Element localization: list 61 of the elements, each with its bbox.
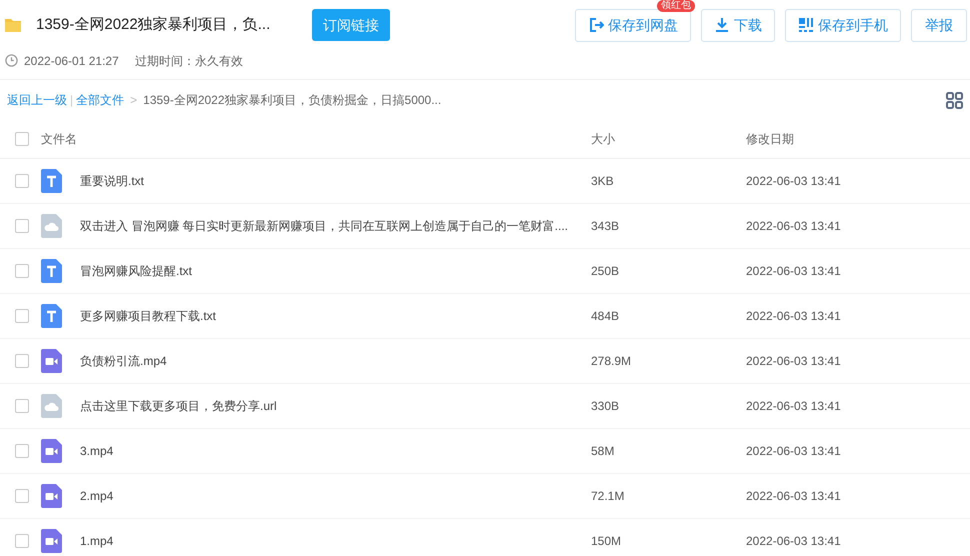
file-name[interactable]: 1.mp4 [80, 532, 591, 550]
file-size: 330B [591, 398, 620, 415]
file-name[interactable]: 重要说明.txt [80, 172, 591, 190]
file-name[interactable]: 3.mp4 [80, 442, 591, 460]
checkbox[interactable] [15, 444, 29, 458]
checkbox[interactable] [15, 132, 29, 146]
column-header: 文件名 [41, 131, 78, 148]
modified-date: 2022-06-03 13:41 [746, 533, 841, 550]
checkbox[interactable] [15, 489, 29, 503]
text-file-icon [41, 169, 62, 193]
file-size: 150M [591, 533, 622, 550]
file-size: 343B [591, 218, 620, 235]
modified-date: 2022-06-03 13:41 [746, 173, 841, 190]
file-size: 72.1M [591, 488, 626, 505]
modified-date: 2022-06-03 13:41 [746, 263, 841, 280]
checkbox[interactable] [15, 174, 29, 188]
file-name[interactable]: 双击进入 冒泡网赚 每日实时更新最新网赚项目，共同在互联网上创造属于自己的一笔财富.... [80, 217, 591, 235]
checkbox[interactable] [15, 219, 29, 233]
checkbox[interactable] [15, 399, 29, 413]
modified-date: 2022-06-03 13:41 [746, 308, 841, 325]
modified-date: 2022-06-03 13:41 [746, 398, 841, 415]
video-file-icon [41, 349, 62, 373]
folder-icon [5, 18, 21, 32]
export-icon [588, 17, 604, 33]
file-name[interactable]: 更多网赚项目教程下载.txt [80, 307, 591, 325]
expiry-time: 过期时间：永久有效 [134, 52, 243, 70]
video-file-icon [41, 439, 62, 463]
modified-date: 2022-06-03 13:41 [746, 488, 841, 505]
current-folder: 1359-全网2022独家暴利项目，负债粉掘金，日搞5000... [143, 92, 442, 109]
file-size: 484B [591, 308, 620, 325]
file-name[interactable]: 负债粉引流.mp4 [80, 352, 591, 370]
cloud-file-icon [41, 214, 62, 238]
file-size: 250B [591, 263, 620, 280]
share-title: 1359-全网2022独家暴利项目，负... [36, 14, 272, 35]
clock-icon [5, 54, 18, 67]
modified-date: 2022-06-03 13:41 [746, 218, 841, 235]
checkbox[interactable] [15, 264, 29, 278]
file-size: 3KB [591, 173, 615, 190]
qr-code-icon [798, 17, 814, 33]
download-icon [714, 17, 730, 33]
created-time: 2022-06-01 21:27 [24, 52, 119, 70]
file-size: 58M [591, 443, 616, 460]
breadcrumb-separator: | [70, 92, 74, 109]
text-file-icon [41, 304, 62, 328]
grid-view-icon[interactable] [946, 92, 963, 108]
file-name[interactable]: 冒泡网赚风险提醒.txt [80, 262, 591, 280]
text-file-icon [41, 259, 62, 283]
video-file-icon [41, 529, 62, 553]
modified-date: 2022-06-03 13:41 [746, 353, 841, 370]
checkbox[interactable] [15, 534, 29, 548]
breadcrumb-arrow: > [130, 92, 138, 109]
file-name[interactable]: 点击这里下载更多项目，免费分享.url [80, 397, 591, 415]
checkbox[interactable] [15, 354, 29, 368]
file-name[interactable]: 2.mp4 [80, 487, 591, 505]
cloud-file-icon [41, 394, 62, 418]
column-header: 大小 [591, 131, 616, 148]
checkbox[interactable] [15, 309, 29, 323]
modified-date: 2022-06-03 13:41 [746, 443, 841, 460]
video-file-icon [41, 484, 62, 508]
file-size: 278.9M [591, 353, 632, 370]
column-header: 修改日期 [746, 131, 794, 148]
